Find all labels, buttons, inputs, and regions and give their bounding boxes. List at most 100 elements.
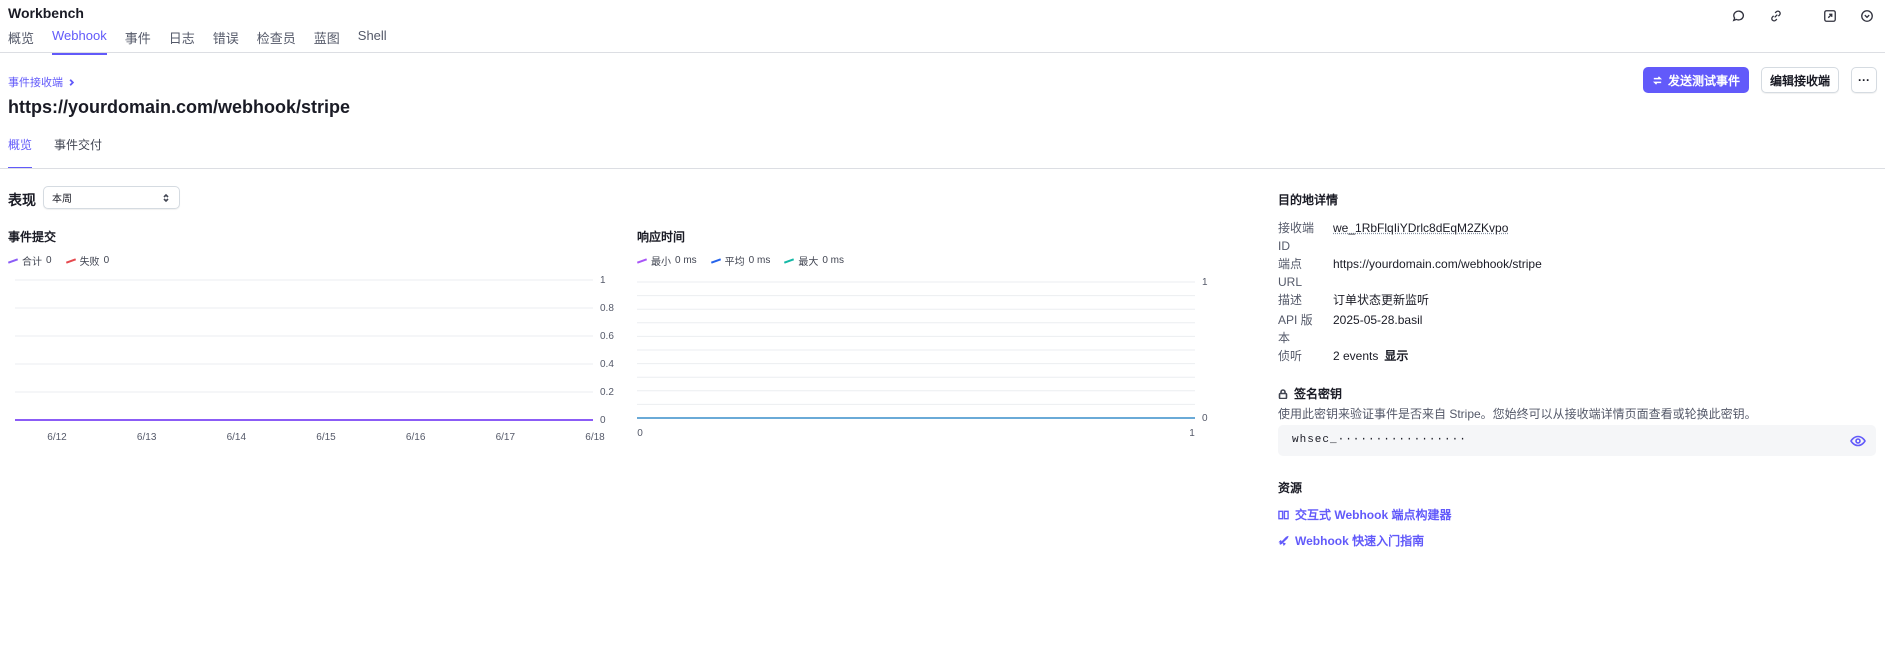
- legend-value: 0 ms: [748, 255, 771, 266]
- tab-blueprints[interactable]: 蓝图: [314, 28, 340, 54]
- y-tick-label: 1: [1202, 277, 1208, 288]
- legend-item-failed: 失败 0: [65, 253, 110, 268]
- x-tick-label: 0: [637, 428, 643, 439]
- legend-event-submissions: 合计 0 失败 0: [7, 253, 110, 268]
- resource-link-quickstart[interactable]: Webhook 快速入门指南: [1278, 532, 1424, 549]
- signing-secret-description: 使用此密钥来验证事件是否来自 Stripe。您始终可以从接收端详情页面查看或轮换…: [1278, 407, 1757, 421]
- legend-value: 0 ms: [675, 255, 697, 266]
- link-icon[interactable]: [1764, 4, 1788, 28]
- legend-value: 0: [46, 255, 52, 266]
- period-select-value: 本周: [52, 194, 72, 205]
- period-select[interactable]: 本周: [43, 186, 180, 209]
- chat-icon[interactable]: [1727, 4, 1751, 28]
- detail-key-endpoint-url: 端点 URL: [1278, 257, 1303, 289]
- detail-value-endpoint-id[interactable]: we_1RbFlqIiYDrlc8dEqM2ZKvpo: [1333, 219, 1508, 237]
- app-title: Workbench: [8, 5, 84, 21]
- performance-label: 表现: [8, 192, 36, 208]
- detail-value-api-version: 2025-05-28.basil: [1333, 313, 1423, 327]
- x-tick-label: 6/15: [316, 432, 336, 443]
- detail-value-description: 订单状态更新监听: [1333, 293, 1430, 307]
- legend-value: 0: [103, 255, 110, 266]
- select-arrows-icon: [163, 193, 169, 202]
- y-tick-label: 0.6: [600, 331, 614, 342]
- legend-swatch: [65, 257, 76, 264]
- legend-swatch: [7, 257, 19, 264]
- legend-label: 失败: [79, 257, 100, 268]
- y-tick-label: 1: [600, 275, 606, 286]
- legend-label: 最小: [651, 257, 671, 268]
- swap-icon: [1652, 75, 1662, 85]
- x-tick-label: 6/14: [227, 432, 247, 443]
- eye-icon[interactable]: [1850, 433, 1866, 449]
- chart-event-submissions: 1 0.8 0.6 0.4 0.2 0 6/12 6/13 6/14 6/15 6/16 6/17 6/…: [15, 275, 614, 443]
- resource-link-label: Webhook 快速入门指南: [1295, 534, 1425, 548]
- legend-label: 最大: [798, 257, 819, 268]
- chart-title-event-submissions: 事件提交: [8, 230, 57, 244]
- tab-webhook[interactable]: Webhook: [52, 28, 107, 55]
- tab-inspector[interactable]: 检查员: [257, 28, 296, 54]
- y-tick-label: 0.8: [600, 303, 614, 314]
- tab-errors[interactable]: 错误: [213, 28, 239, 54]
- legend-swatch: [636, 257, 648, 264]
- main-tabs: 概览 Webhook 事件 日志 错误 检查员 蓝图 Shell: [8, 28, 387, 55]
- rocket-icon: [1278, 535, 1289, 546]
- x-tick-label: 6/18: [585, 432, 605, 443]
- detail-key-description: 描述: [1278, 293, 1303, 307]
- legend-item-avg: 平均 0 ms: [710, 253, 771, 268]
- more-options-button[interactable]: ···: [1851, 67, 1877, 93]
- divider: [0, 168, 1885, 169]
- y-tick-label: 0: [1202, 413, 1208, 424]
- legend-response-time: 最小 0 ms 平均 0 ms 最大 0 ms: [636, 253, 844, 268]
- breadcrumb[interactable]: 事件接收端: [8, 74, 76, 90]
- lock-icon: [1278, 388, 1288, 399]
- chart-title-response-time: 响应时间: [637, 230, 686, 244]
- x-tick-label: 1: [1189, 428, 1195, 439]
- y-tick-label: 0.2: [600, 387, 614, 398]
- listening-count: 2 events: [1333, 349, 1379, 363]
- tab-shell[interactable]: Shell: [358, 28, 387, 54]
- show-events-link[interactable]: 显示: [1384, 349, 1408, 363]
- detail-key-endpoint-id: 接收端 ID: [1278, 221, 1315, 253]
- tab-events[interactable]: 事件: [125, 28, 151, 54]
- resource-link-endpoint-builder[interactable]: 交互式 Webhook 端点构建器: [1278, 506, 1451, 523]
- destination-title: 目的地详情: [1278, 193, 1339, 207]
- subtab-overview[interactable]: 概览: [8, 136, 33, 169]
- resources-title: 资源: [1278, 481, 1303, 495]
- detail-key-listening: 侦听: [1278, 349, 1303, 363]
- x-tick-label: 6/16: [406, 432, 426, 443]
- header-icons: [1714, 4, 1879, 28]
- legend-swatch: [710, 257, 721, 264]
- tab-logs[interactable]: 日志: [169, 28, 195, 54]
- chart-response-time: 100 1: [637, 277, 1208, 439]
- signing-secret-field[interactable]: whsec_·················: [1278, 425, 1876, 456]
- expand-icon[interactable]: [1818, 4, 1842, 28]
- x-tick-label: 6/12: [47, 432, 67, 443]
- legend-label: 合计: [22, 257, 42, 268]
- page-actions: 发送测试事件 编辑接收端 ···: [1642, 67, 1877, 93]
- signing-secret-value: whsec_·················: [1292, 434, 1467, 446]
- detail-value-listening: 2 events 显示: [1333, 347, 1408, 365]
- detail-key-api-version: API 版本: [1278, 313, 1313, 345]
- send-test-event-label: 发送测试事件: [1667, 73, 1740, 88]
- legend-swatch: [784, 257, 795, 264]
- x-tick-label: 6/13: [137, 432, 157, 443]
- legend-value: 0 ms: [822, 255, 845, 266]
- signing-secret-title: 签名密钥: [1278, 385, 1342, 402]
- subtab-event-deliveries[interactable]: 事件交付: [54, 136, 102, 168]
- page-title: https://yourdomain.com/webhook/stripe: [8, 97, 351, 117]
- chevron-right-icon: [69, 78, 75, 86]
- send-test-event-button[interactable]: 发送测试事件: [1642, 67, 1749, 93]
- legend-item-min: 最小 0 ms: [636, 253, 697, 268]
- y-tick-label: 0: [600, 415, 606, 426]
- sub-tabs: 概览 事件交付: [8, 136, 102, 169]
- signing-secret-label: 签名密钥: [1294, 387, 1343, 401]
- tab-overview[interactable]: 概览: [8, 28, 34, 54]
- resource-link-label: 交互式 Webhook 端点构建器: [1295, 508, 1452, 522]
- chevron-down-icon[interactable]: [1855, 4, 1879, 28]
- y-tick-label: 0.4: [600, 359, 614, 370]
- legend-item-total: 合计 0: [7, 253, 52, 268]
- edit-endpoint-button[interactable]: 编辑接收端: [1760, 67, 1839, 93]
- legend-label: 平均: [724, 257, 745, 268]
- legend-item-max: 最大 0 ms: [784, 253, 844, 268]
- book-icon: [1278, 510, 1289, 520]
